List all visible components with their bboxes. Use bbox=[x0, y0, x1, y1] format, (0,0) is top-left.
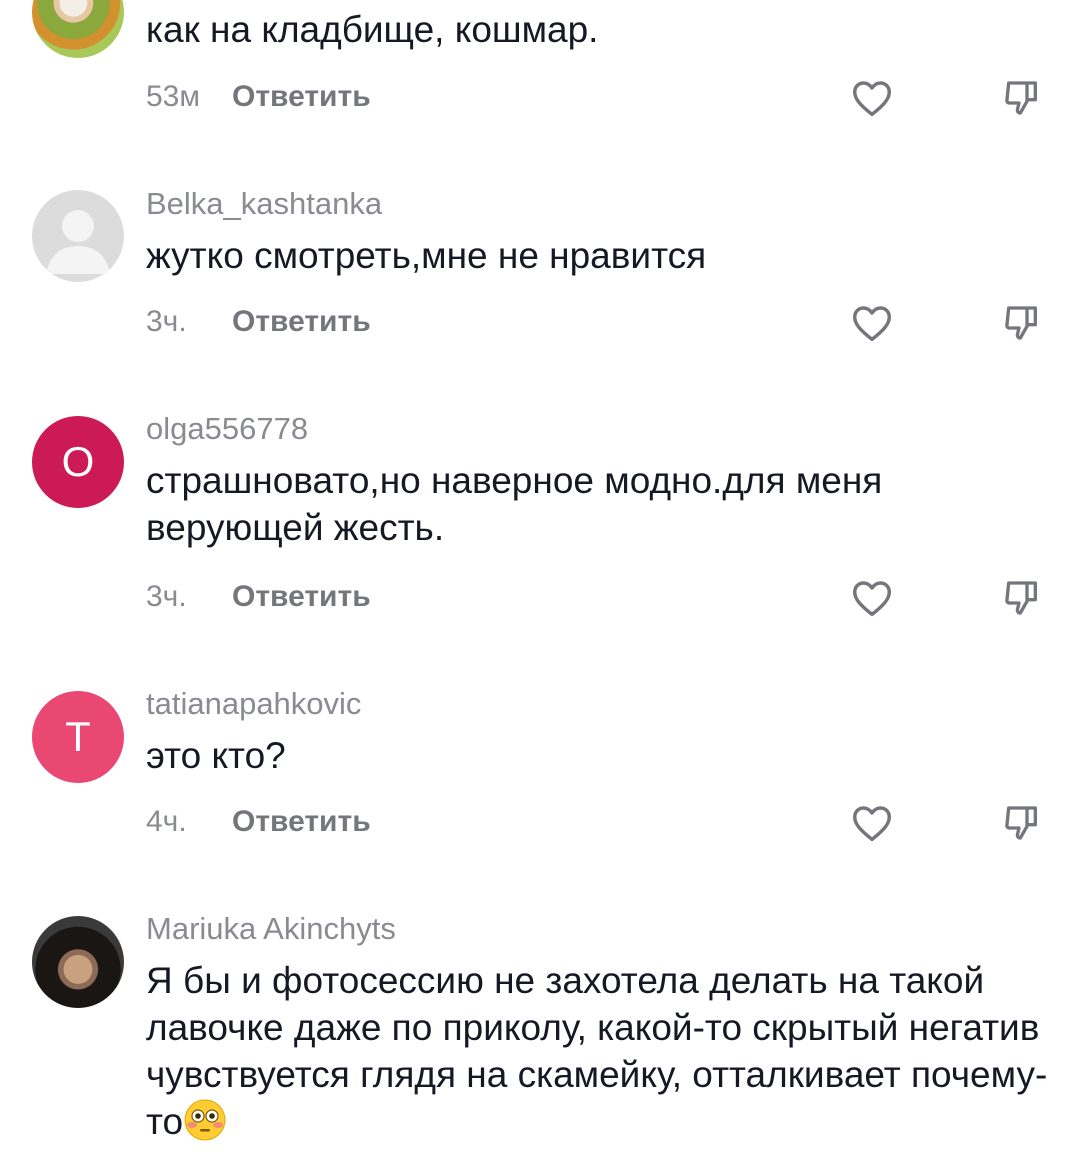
comment-time: 3ч. bbox=[146, 305, 187, 338]
flushed-face-emoji bbox=[183, 1098, 227, 1142]
comment-time: 4ч. bbox=[146, 805, 187, 838]
heart-icon[interactable] bbox=[850, 76, 894, 120]
thumbs-down-icon[interactable] bbox=[1000, 576, 1044, 620]
avatar[interactable] bbox=[32, 190, 124, 282]
comment-meta: 4ч. Ответить bbox=[146, 802, 371, 842]
thumbs-down-icon[interactable] bbox=[1000, 76, 1044, 120]
heart-icon[interactable] bbox=[850, 801, 894, 845]
comment-text: это кто? bbox=[146, 735, 286, 776]
thumbs-down-icon[interactable] bbox=[1000, 801, 1044, 845]
comment-text: Я бы и фотосессию не захотела делать на … bbox=[146, 957, 1051, 1145]
avatar-letter: T bbox=[65, 713, 91, 760]
thumbs-down-icon[interactable] bbox=[1000, 301, 1044, 345]
comment-time: 53м bbox=[146, 80, 200, 113]
comment-username[interactable]: tatianapahkovic bbox=[146, 686, 361, 722]
comment-meta: 53м Ответить bbox=[146, 77, 371, 117]
heart-icon[interactable] bbox=[850, 301, 894, 345]
avatar[interactable] bbox=[32, 916, 124, 1008]
avatar[interactable]: O bbox=[32, 416, 124, 508]
comment-username[interactable]: Belka_kashtanka bbox=[146, 186, 382, 222]
heart-icon[interactable] bbox=[850, 576, 894, 620]
avatar[interactable]: T bbox=[32, 691, 124, 783]
comment-text: страшновато,но наверное модно.для меня в… bbox=[146, 460, 883, 548]
reply-button[interactable]: Ответить bbox=[232, 580, 371, 614]
comment-meta: 3ч. Ответить bbox=[146, 577, 371, 617]
reply-button[interactable]: Ответить bbox=[232, 305, 371, 339]
comment-text: как на кладбище, кошмар. bbox=[146, 9, 599, 50]
reply-button[interactable]: Ответить bbox=[232, 805, 371, 839]
comment-username[interactable]: Mariuka Akinchyts bbox=[146, 911, 396, 947]
comment-username[interactable]: olga556778 bbox=[146, 411, 308, 447]
comment-text-body: Я бы и фотосессию не захотела делать на … bbox=[146, 960, 1048, 1142]
avatar[interactable] bbox=[32, 0, 124, 58]
comment-text: жутко смотреть,мне не нравится bbox=[146, 235, 707, 276]
comment-time: 3ч. bbox=[146, 580, 187, 613]
reply-button[interactable]: Ответить bbox=[232, 80, 371, 114]
comment-meta: 3ч. Ответить bbox=[146, 302, 371, 342]
avatar-letter: O bbox=[61, 438, 95, 485]
